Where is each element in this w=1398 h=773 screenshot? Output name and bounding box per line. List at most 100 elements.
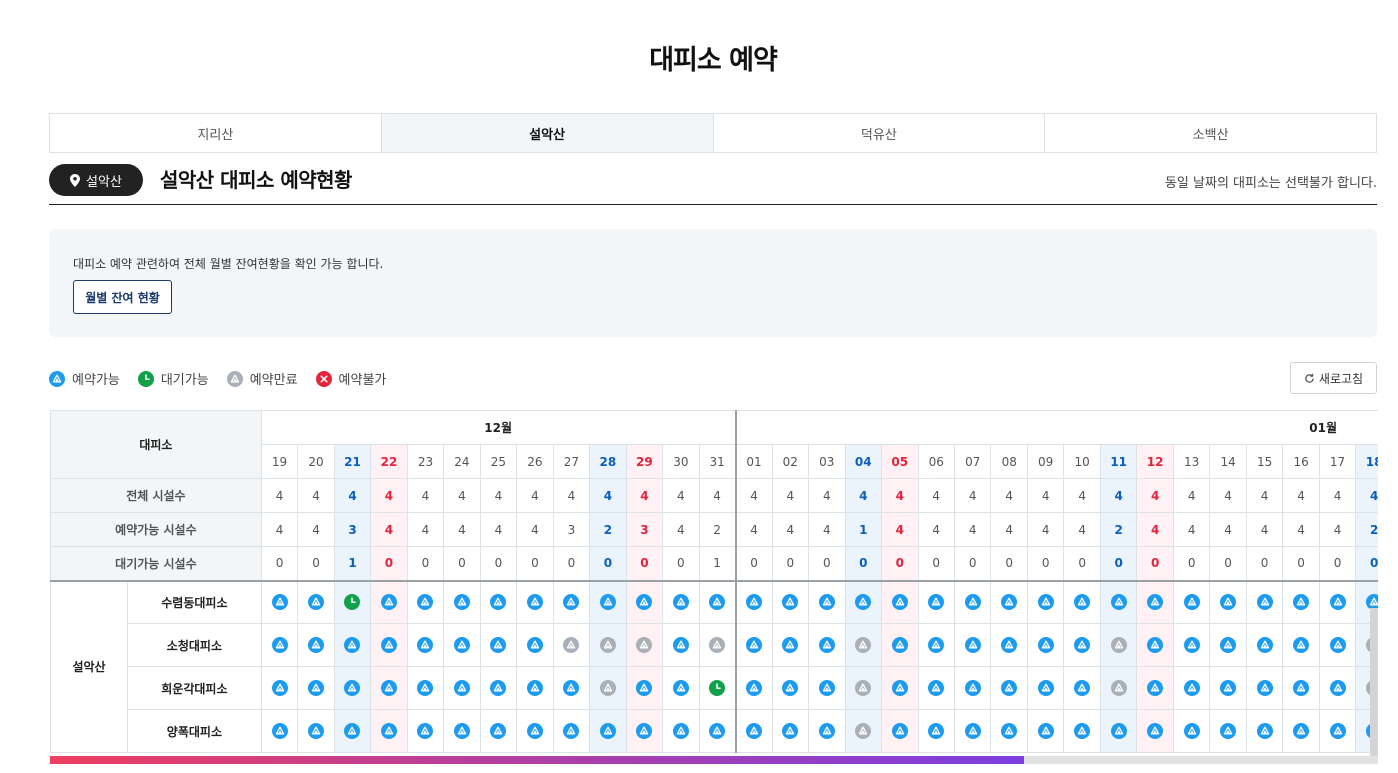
reservation-available-icon[interactable] (526, 637, 543, 653)
status-cell[interactable] (1063, 666, 1101, 710)
status-cell[interactable] (1063, 623, 1101, 667)
status-cell[interactable] (1136, 709, 1174, 753)
status-cell[interactable] (260, 709, 299, 753)
reservation-available-icon[interactable] (1001, 637, 1018, 653)
reservation-available-icon[interactable] (453, 723, 470, 739)
reservation-available-icon[interactable] (380, 680, 397, 696)
status-cell[interactable] (990, 666, 1028, 710)
reservation-available-icon[interactable] (1183, 637, 1200, 653)
status-cell[interactable] (406, 623, 445, 667)
reservation-available-icon[interactable] (1220, 680, 1237, 696)
status-cell[interactable] (1282, 709, 1320, 753)
status-cell[interactable] (771, 666, 810, 710)
reservation-available-icon[interactable] (1256, 680, 1273, 696)
status-cell[interactable] (443, 666, 481, 710)
reservation-available-icon[interactable] (891, 637, 908, 653)
reservation-available-icon[interactable] (746, 680, 763, 696)
reservation-available-icon[interactable] (344, 680, 361, 696)
status-cell[interactable] (1282, 666, 1320, 710)
reservation-available-icon[interactable] (891, 680, 908, 696)
status-cell[interactable] (734, 666, 773, 710)
reservation-available-icon[interactable] (308, 637, 324, 653)
reservation-available-icon[interactable] (1037, 637, 1054, 653)
reservation-available-icon[interactable] (1001, 680, 1018, 696)
status-cell[interactable] (917, 623, 955, 667)
reservation-available-icon[interactable] (1037, 723, 1054, 739)
status-cell[interactable] (1245, 623, 1284, 667)
reservation-available-icon[interactable] (891, 723, 908, 739)
status-cell[interactable] (1209, 666, 1247, 710)
status-cell[interactable] (1245, 666, 1284, 710)
status-cell[interactable] (734, 623, 773, 667)
reservation-available-icon[interactable] (818, 637, 835, 653)
reservation-available-icon[interactable] (1329, 637, 1346, 653)
status-cell[interactable] (260, 666, 299, 710)
status-cell[interactable] (1209, 709, 1247, 753)
status-cell[interactable] (1172, 709, 1211, 753)
waitlist-available-icon[interactable] (344, 594, 361, 611)
status-cell[interactable] (516, 579, 554, 624)
reservation-available-icon[interactable] (964, 594, 981, 611)
reservation-available-icon[interactable] (746, 723, 763, 739)
status-cell[interactable] (516, 666, 554, 710)
reservation-available-icon[interactable] (672, 680, 689, 696)
reservation-available-icon[interactable] (1183, 594, 1200, 611)
reservation-available-icon[interactable] (672, 594, 689, 611)
reservation-available-icon[interactable] (1220, 594, 1237, 611)
status-cell[interactable] (297, 666, 335, 710)
reservation-available-icon[interactable] (1110, 594, 1127, 611)
vertical-scrollbar[interactable] (1370, 608, 1378, 758)
status-cell[interactable] (297, 709, 335, 753)
status-cell[interactable] (370, 579, 408, 624)
reservation-available-icon[interactable] (818, 723, 835, 739)
reservation-available-icon[interactable] (1256, 594, 1273, 611)
horizontal-scrollbar[interactable] (50, 756, 1378, 764)
reservation-available-icon[interactable] (672, 637, 689, 653)
status-cell[interactable] (552, 709, 591, 753)
status-cell[interactable] (370, 709, 408, 753)
reservation-available-icon[interactable] (526, 723, 543, 739)
reservation-available-icon[interactable] (709, 723, 726, 739)
status-cell[interactable] (333, 579, 372, 624)
reservation-available-icon[interactable] (490, 637, 507, 653)
status-cell[interactable] (917, 709, 955, 753)
reservation-available-icon[interactable] (1001, 594, 1018, 611)
status-cell[interactable] (370, 666, 408, 710)
reservation-available-icon[interactable] (344, 723, 361, 739)
reservation-available-icon[interactable] (782, 594, 799, 611)
reservation-available-icon[interactable] (1074, 680, 1091, 696)
status-cell[interactable] (1209, 623, 1247, 667)
status-cell[interactable] (698, 666, 737, 710)
reservation-available-icon[interactable] (1110, 723, 1127, 739)
reservation-available-icon[interactable] (1293, 594, 1310, 611)
status-cell[interactable] (844, 579, 883, 624)
reservation-available-icon[interactable] (1329, 594, 1346, 611)
status-cell[interactable] (1209, 579, 1247, 624)
status-cell[interactable] (443, 623, 481, 667)
tab-seoraksan[interactable]: 설악산 (381, 114, 714, 152)
status-cell[interactable] (625, 709, 664, 753)
reservation-available-icon[interactable] (782, 637, 799, 653)
reservation-available-icon[interactable] (1220, 637, 1237, 653)
reservation-available-icon[interactable] (964, 680, 981, 696)
status-cell[interactable] (698, 709, 737, 753)
status-cell[interactable] (443, 709, 481, 753)
status-cell[interactable] (1063, 579, 1101, 624)
reservation-available-icon[interactable] (271, 594, 288, 611)
status-cell[interactable] (1136, 579, 1174, 624)
reservation-available-icon[interactable] (1183, 680, 1200, 696)
waitlist-available-icon[interactable] (709, 680, 726, 696)
status-cell[interactable] (881, 709, 919, 753)
status-cell[interactable] (808, 623, 846, 667)
status-cell[interactable] (333, 666, 372, 710)
reservation-available-icon[interactable] (964, 637, 981, 653)
reservation-available-icon[interactable] (1147, 637, 1164, 653)
status-cell[interactable] (1063, 709, 1101, 753)
reservation-available-icon[interactable] (1074, 637, 1091, 653)
status-cell[interactable] (698, 579, 737, 624)
status-cell[interactable] (552, 579, 591, 624)
reservation-available-icon[interactable] (453, 680, 470, 696)
reservation-available-icon[interactable] (344, 637, 361, 653)
status-cell[interactable] (662, 709, 700, 753)
reservation-available-icon[interactable] (855, 594, 872, 611)
